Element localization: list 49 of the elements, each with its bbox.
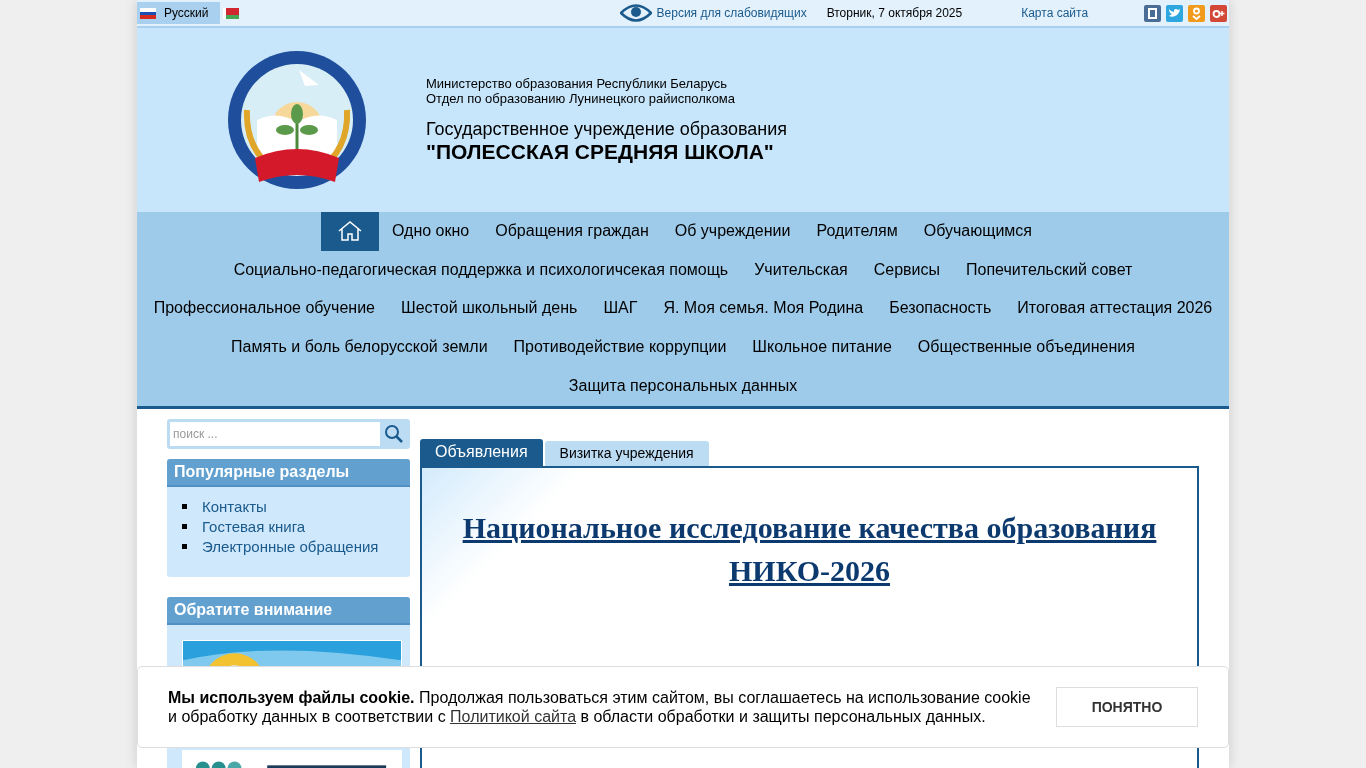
menu-item[interactable]: Родителям [803, 212, 911, 251]
accessibility-link[interactable]: Версия для слабовидящих [656, 4, 807, 22]
headline-link[interactable]: Национальное исследование качества образования НИКО-2026 [462, 505, 1157, 592]
menu-item[interactable]: Сервисы [860, 250, 954, 290]
menu-item[interactable]: Попечительский совет [953, 250, 1146, 290]
menu-item[interactable]: Обращения граждан [482, 212, 662, 251]
search-field[interactable]: поиск ... [167, 418, 410, 449]
menu-item[interactable]: Школьное питание [739, 327, 905, 367]
bullet-icon [182, 544, 187, 550]
date-text: Вторник, 7 октября 2025 [826, 5, 963, 22]
school-name: "ПОЛЕССКАЯ СРЕДНЯЯ ШКОЛА" [426, 140, 775, 164]
menu-item[interactable]: Социально-педагогическая поддержка и психологичсекая помощь [220, 250, 742, 290]
home-icon [337, 221, 362, 242]
menu-item[interactable]: Профессиональное обучение [140, 289, 388, 328]
content-tab[interactable]: Визитка учреждения [544, 440, 709, 466]
menu-item[interactable]: Противодействие коррупции [500, 327, 740, 367]
menu-item[interactable]: Одно окно [378, 212, 483, 251]
search-icon[interactable] [384, 424, 403, 444]
menu-item[interactable]: Обучающимся [910, 212, 1046, 251]
home-menu-item[interactable] [320, 212, 379, 251]
content-tab[interactable]: Объявления [420, 438, 543, 466]
bullet-icon [182, 504, 187, 510]
panel-title: Популярные разделы [167, 458, 410, 487]
language-item[interactable]: Русский [137, 2, 220, 24]
menu-item[interactable]: Я. Моя семья. Моя Родина [650, 289, 877, 328]
menu-item[interactable]: Об учреждении [661, 212, 804, 251]
social-icon[interactable] [1166, 4, 1183, 22]
flag-icon [222, 7, 239, 19]
institution-text: Государственное учреждение образования [426, 118, 788, 140]
cookie-text: Мы используем файлы cookie. Продолжая пользоваться этим сайтом, вы соглашаетесь на использование cookie и обработку данных в соответствии с Политикой сайта в области обработки и защиты персональных данных. [168, 688, 1032, 726]
menu-item[interactable]: Безопасность [876, 289, 1005, 328]
menu-item[interactable]: Шестой школьный день [388, 289, 591, 328]
sitemap-link[interactable]: Карта сайта [1021, 4, 1089, 22]
menu-item[interactable]: Итоговая аттестация 2026 [1004, 289, 1226, 328]
flag-icon [140, 7, 156, 19]
eye-icon [619, 4, 652, 22]
policy-link[interactable]: Политикой сайта [450, 708, 577, 725]
menu-item[interactable]: Защита персональных данных [555, 366, 811, 405]
menu-item[interactable]: Учительская [741, 250, 861, 290]
ministry-text: Министерство образования Республики Беларусь [426, 76, 729, 91]
menu-item[interactable]: ШАГ [590, 289, 651, 328]
social-icon[interactable] [1210, 4, 1227, 22]
social-icon[interactable] [1144, 4, 1161, 22]
menu-item[interactable]: Общественные объединения [904, 327, 1148, 367]
department-text: Отдел по образованию Лунинецкого райисполкома [426, 91, 737, 106]
bullet-icon [182, 524, 187, 530]
accept-button[interactable]: ПОНЯТНО [1056, 687, 1198, 727]
panel-title: Обратите внимание [167, 596, 410, 625]
menu-item[interactable]: Память и боль белорусской земли [218, 327, 501, 367]
